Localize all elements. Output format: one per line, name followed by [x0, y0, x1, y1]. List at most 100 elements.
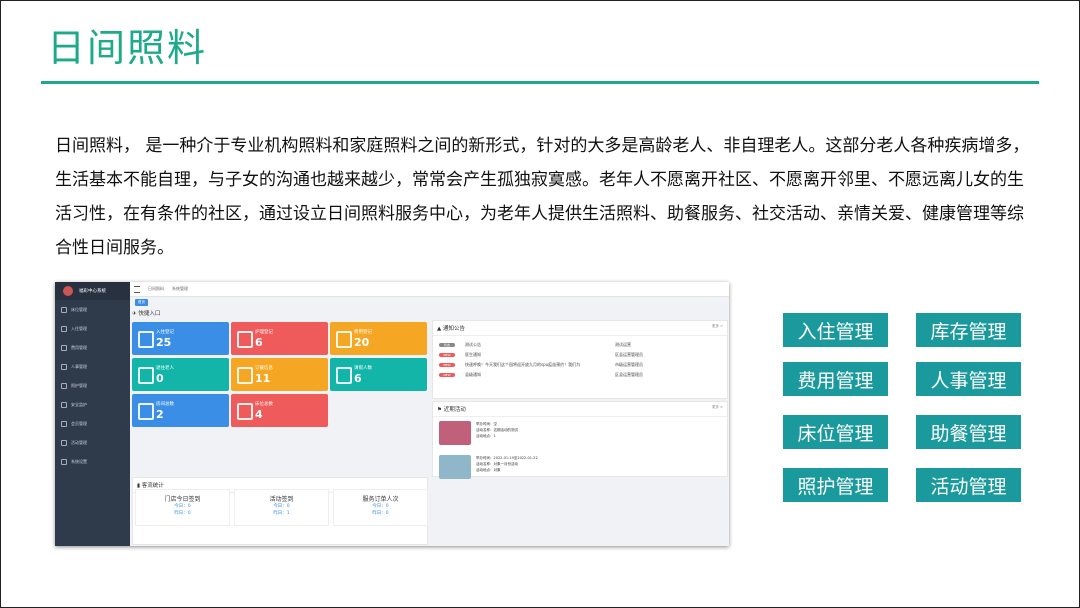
tile-label: 护理登记 — [255, 330, 273, 335]
activity-item[interactable]: 举办时间：空 活动名称：这期活动的测试 活动地点：1 — [433, 417, 727, 451]
tile-icon — [237, 403, 253, 420]
sidebar-item-label: 安全监护 — [71, 401, 87, 407]
stat-label: 活动签到 — [269, 496, 294, 503]
tile-label: 退住老人 — [156, 366, 174, 371]
quick-entry-tile[interactable]: 护理登记 6 — [231, 322, 328, 355]
sidebar-item-icon — [61, 382, 67, 389]
activity-location: 活动地点：对象 — [476, 468, 501, 472]
notice-publisher: 区县运营管理员 — [615, 352, 643, 357]
menu-icon[interactable] — [134, 285, 140, 293]
slide: 日间照料 日间照料， 是一种介于专业机构照料和家庭照料之间的新形式，针对的大多是… — [0, 0, 1080, 608]
page-title: 日间照料 — [47, 26, 208, 70]
tile-value: 6 — [354, 372, 362, 385]
tab-home[interactable]: 首页 — [135, 298, 148, 306]
stat-today: 今日：0 — [273, 504, 290, 509]
tab-day-care[interactable]: 日间照料 — [148, 286, 164, 292]
tile-value: 4 — [255, 408, 263, 421]
notice-publisher: 区县运营管理员 — [615, 372, 643, 377]
stat-box: 门店今日签到 今日：0 昨日：0 — [135, 489, 230, 526]
stat-today: 今日：0 — [372, 504, 389, 509]
notice-badge: NEW — [439, 373, 455, 377]
sidebar-item[interactable]: 活动管理 — [55, 433, 130, 452]
notice-row[interactable]: NEW 快速呼唤！今天我们这个园将迎开放九月的spu疫苗预约！我们为 市级运营管理员 — [433, 360, 727, 370]
sidebar-item-label: 活动管理 — [71, 439, 87, 445]
module-button[interactable]: 照护管理 — [782, 467, 889, 503]
quick-entry-title: ✈ 快捷入口 — [132, 311, 161, 317]
quick-entry-tile[interactable]: 退住老人 0 — [132, 358, 229, 391]
sidebar-item-label: 人事管理 — [71, 363, 87, 369]
activity-location: 活动地点：1 — [476, 434, 496, 438]
sidebar-item-icon — [61, 344, 67, 351]
notice-row[interactable]: 状态 测试公告 测试运营 — [433, 340, 727, 350]
sidebar-item-label: 会员管理 — [71, 420, 87, 426]
sidebar-item[interactable]: 系统设置 — [55, 452, 130, 471]
notice-subject: 医生通知 — [465, 352, 481, 357]
tile-icon — [138, 403, 154, 420]
sidebar-item-icon — [61, 401, 67, 408]
tile-label: 床位总数 — [255, 402, 273, 407]
activity-more-link[interactable]: 更多 > — [712, 405, 723, 410]
stat-yesterday: 昨日：1 — [273, 511, 290, 516]
stat-box: 服务订单人次 今日：0 昨日：0 — [333, 489, 428, 526]
notice-subject: 快速呼唤！今天我们这个园将迎开放九月的spu疫苗预约！我们为 — [465, 362, 581, 367]
notice-badge: NEW — [439, 363, 455, 367]
activity-card: ⚑ 近期活动 更多 > 举办时间：空 活动名称：这期活动的测试 活动地点：1 举办时间… — [432, 401, 728, 479]
module-button[interactable]: 活动管理 — [915, 467, 1022, 503]
sidebar-item-icon — [61, 420, 67, 427]
tile-icon — [138, 367, 154, 384]
quick-entry-tile[interactable]: 床位总数 4 — [231, 394, 328, 427]
app-screenshot: 福彩中心系统 床位管理 入住管理 费用管理 人事管理 照护管理 安全监护 会员管理 活动管理系… — [55, 282, 729, 546]
quick-entry-tile[interactable]: 请假人数 6 — [330, 358, 427, 391]
title-divider — [41, 81, 1039, 84]
quick-entry-tile[interactable]: 房间总数 2 — [132, 394, 229, 427]
tile-label: 入住登记 — [156, 330, 174, 335]
notice-subject: 县级通知 — [465, 372, 481, 377]
notice-subject: 测试公告 — [465, 342, 481, 347]
sidebar-item[interactable]: 照护管理 — [55, 376, 130, 395]
activity-photo — [439, 421, 471, 445]
tile-label: 请假人数 — [354, 366, 372, 371]
sidebar-item-icon — [61, 439, 67, 446]
logo-icon — [63, 286, 73, 296]
tile-icon — [237, 367, 253, 384]
sidebar-item[interactable]: 床位管理 — [55, 300, 130, 319]
notice-publisher: 测试运营 — [615, 342, 631, 347]
sidebar-item-label: 床位管理 — [71, 306, 87, 312]
sidebar-item-icon — [61, 363, 67, 370]
module-button[interactable]: 床位管理 — [782, 414, 889, 450]
module-button[interactable]: 人事管理 — [915, 361, 1022, 397]
tile-value: 25 — [156, 336, 172, 349]
notice-badge: NEW — [439, 353, 455, 357]
sidebar-item[interactable]: 入住管理 — [55, 319, 130, 338]
system-name: 福彩中心系统 — [79, 289, 106, 294]
quick-entry-tile[interactable]: 入住登记 25 — [132, 322, 229, 355]
notice-title: ▲ 通知公告 — [433, 321, 727, 336]
stat-today: 今日：0 — [174, 504, 191, 509]
stat-label: 门店今日签到 — [164, 496, 201, 503]
activity-item[interactable]: 举办时间：2022-01-19至2022-01-22 活动名称：对象一月份活动 活动… — [433, 451, 727, 485]
notice-row[interactable]: NEW 县级通知 区县运营管理员 — [433, 370, 727, 380]
module-button[interactable]: 入住管理 — [782, 312, 889, 348]
tile-value: 11 — [255, 372, 271, 385]
tile-value: 20 — [354, 336, 370, 349]
quick-entry-tile[interactable]: 费用登记 20 — [330, 322, 427, 355]
tile-value: 2 — [156, 408, 164, 421]
sidebar-item[interactable]: 会员管理 — [55, 414, 130, 433]
notice-row[interactable]: NEW 医生通知 区县运营管理员 — [433, 350, 727, 360]
stat-yesterday: 昨日：0 — [372, 511, 389, 516]
app-sidebar: 福彩中心系统 床位管理入住管理 费用管理人事管理照护管理安全监护会员管理活动管理系… — [55, 282, 130, 546]
tile-label: 房间总数 — [156, 402, 174, 407]
tile-icon — [336, 367, 352, 384]
activity-photo — [439, 455, 471, 479]
sidebar-item[interactable]: 人事管理 — [55, 357, 130, 376]
notice-more-link[interactable]: 更多 > — [712, 324, 723, 329]
tab-system[interactable]: 系统管理 — [172, 286, 188, 292]
stat-yesterday: 昨日：0 — [174, 511, 191, 516]
quick-entry-tile[interactable]: 订餐信息 11 — [231, 358, 328, 391]
stat-label: 服务订单人次 — [362, 496, 399, 503]
module-button[interactable]: 费用管理 — [782, 361, 889, 397]
module-button[interactable]: 库存管理 — [915, 312, 1022, 348]
sidebar-item[interactable]: 费用管理 — [55, 338, 130, 357]
sidebar-item[interactable]: 安全监护 — [55, 395, 130, 414]
module-button[interactable]: 助餐管理 — [915, 414, 1022, 450]
